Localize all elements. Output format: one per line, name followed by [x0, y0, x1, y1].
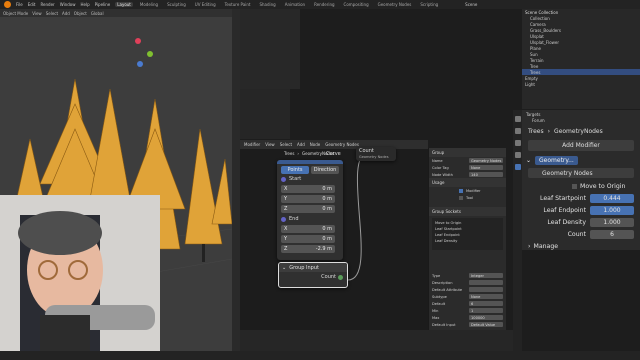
node-sidebar: Group Name Geometry Nodes Color Tag None N…: [428, 148, 506, 334]
tree-outliner-panel[interactable]: [240, 9, 300, 89]
targets-row: Targets: [526, 111, 541, 117]
scene-tab-icon[interactable]: [514, 152, 521, 158]
vector-socket-icon[interactable]: [281, 176, 286, 182]
node-width-field[interactable]: 140: [469, 172, 503, 177]
description-field[interactable]: [469, 280, 503, 285]
integer-socket-icon[interactable]: [338, 274, 343, 280]
tool-checkbox[interactable]: [459, 195, 463, 200]
modifier-header: ⌄ Geometry...: [526, 155, 636, 166]
tab-texture-paint[interactable]: Texture Paint: [223, 2, 253, 7]
properties-breadcrumb: Trees › GeometryNodes: [522, 124, 640, 138]
modifier-checkbox[interactable]: [459, 188, 463, 193]
status-bar: [0, 351, 640, 360]
outliner-item[interactable]: Light: [522, 81, 640, 87]
add-modifier-button[interactable]: Add Modifier: [528, 140, 634, 151]
webcam-overlay: [0, 195, 160, 360]
curve-line-node-end[interactable]: End X0 m Y0 m Z -2.9 m: [277, 214, 343, 258]
tab-sculpting[interactable]: Sculpting: [165, 2, 188, 7]
start-x-field[interactable]: X0 m: [281, 185, 335, 193]
leaf-density-row: Leaf Density 1.000: [522, 216, 640, 228]
leaf-endpoint-field[interactable]: 1.000: [590, 205, 634, 215]
vector-socket-icon[interactable]: [281, 216, 286, 222]
default-attribute-field[interactable]: [469, 287, 503, 292]
leaf-startpoint-field[interactable]: 0.444: [590, 193, 634, 203]
scene-selector[interactable]: Scene: [465, 2, 477, 7]
modifier-tab-icon[interactable]: [514, 164, 521, 170]
leaf-density-field[interactable]: 1.000: [590, 217, 634, 227]
render-tab-icon[interactable]: [514, 128, 521, 134]
tab-layout[interactable]: Layout: [115, 2, 133, 7]
curve-output-label: Curve: [326, 151, 341, 157]
menu-pipeline[interactable]: Pipeline: [95, 2, 111, 7]
tab-modeling[interactable]: Modeling: [138, 2, 160, 7]
max-value-field[interactable]: 100000: [469, 315, 503, 320]
end-y-field[interactable]: Y0 m: [281, 235, 335, 243]
start-y-field[interactable]: Y0 m: [281, 195, 335, 203]
socket-list: Move to Origin Leaf Startpoint Leaf Endp…: [432, 218, 503, 250]
default-value-field[interactable]: 6: [469, 301, 503, 306]
socket-end: End: [277, 214, 343, 224]
collapse-icon[interactable]: ⌄: [282, 265, 286, 271]
color-tag-dropdown[interactable]: None: [469, 165, 503, 170]
top-menu-bar: File Edit Render Window Help Pipeline La…: [0, 0, 640, 9]
tab-direction[interactable]: Direction: [311, 166, 339, 174]
properties-tabs: [513, 110, 522, 360]
tab-compositing[interactable]: Compositing: [342, 2, 371, 7]
expand-chevron-icon[interactable]: ⌄: [526, 157, 531, 164]
menu-render[interactable]: Render: [40, 2, 54, 7]
move-to-origin-row: Move to Origin: [522, 180, 640, 192]
end-x-field[interactable]: X0 m: [281, 225, 335, 233]
count-field[interactable]: 6: [590, 229, 634, 239]
leaf-startpoint-row: Leaf Startpoint 0.444: [522, 192, 640, 204]
tab-geometry-nodes[interactable]: Geometry Nodes: [376, 2, 414, 7]
presenter-image: [0, 195, 160, 360]
count-node[interactable]: Count Geometry Nodes: [356, 147, 396, 161]
count-row: Count 6: [522, 228, 640, 240]
manage-section[interactable]: › Manage: [522, 240, 640, 252]
subtype-dropdown[interactable]: None: [469, 294, 503, 299]
timeline[interactable]: [240, 330, 513, 351]
output-tab-icon[interactable]: [514, 140, 521, 146]
editor-type-strip[interactable]: [232, 9, 240, 360]
outliner: Scene Collection Collection Camera Grass…: [522, 9, 640, 109]
start-z-field[interactable]: Z0 m: [281, 205, 335, 213]
end-z-field[interactable]: Z -2.9 m: [281, 245, 335, 253]
default-input-dropdown[interactable]: Default Value: [469, 322, 503, 327]
socket-start: Start: [277, 174, 343, 184]
properties-editor: Targets Forum Trees › GeometryNodes Add …: [522, 110, 640, 250]
tab-animation[interactable]: Animation: [283, 2, 307, 7]
tool-tab-icon[interactable]: [514, 116, 521, 122]
tab-rendering[interactable]: Rendering: [312, 2, 336, 7]
menu-window[interactable]: Window: [60, 2, 76, 7]
group-panel-title[interactable]: Group: [429, 148, 506, 157]
socket-type-dropdown[interactable]: Integer: [469, 273, 503, 278]
menu-help[interactable]: Help: [80, 2, 89, 7]
blender-logo-icon[interactable]: [4, 1, 11, 8]
group-input-node[interactable]: ⌄ Group Input Count: [278, 262, 348, 288]
node-group-selector[interactable]: Geometry Nodes: [528, 168, 634, 178]
menu-edit[interactable]: Edit: [28, 2, 36, 7]
modifier-name-field[interactable]: Geometry...: [535, 156, 578, 165]
leaf-endpoint-row: Leaf Endpoint 1.000: [522, 204, 640, 216]
spreadsheet-panel[interactable]: [240, 89, 290, 139]
modifier-tree-name[interactable]: GeometryNodes: [554, 128, 603, 135]
manage-chevron-icon: ›: [528, 242, 531, 250]
breadcrumb-chevron-icon: ›: [547, 127, 551, 135]
tab-uv-editing[interactable]: UV Editing: [193, 2, 218, 7]
move-to-origin-checkbox[interactable]: [572, 183, 577, 189]
tab-shading[interactable]: Shading: [257, 2, 277, 7]
tab-points[interactable]: Points: [281, 166, 309, 174]
min-value-field[interactable]: 1: [469, 308, 503, 313]
menu-file[interactable]: File: [16, 2, 23, 7]
group-name-field[interactable]: Geometry Nodes: [469, 158, 503, 163]
socket-count: Count: [279, 272, 347, 282]
tab-scripting[interactable]: Scripting: [418, 2, 440, 7]
object-name[interactable]: Trees: [528, 128, 544, 135]
group-input-header: ⌄ Group Input: [279, 263, 347, 272]
socket-item[interactable]: Leaf Density: [432, 238, 503, 244]
